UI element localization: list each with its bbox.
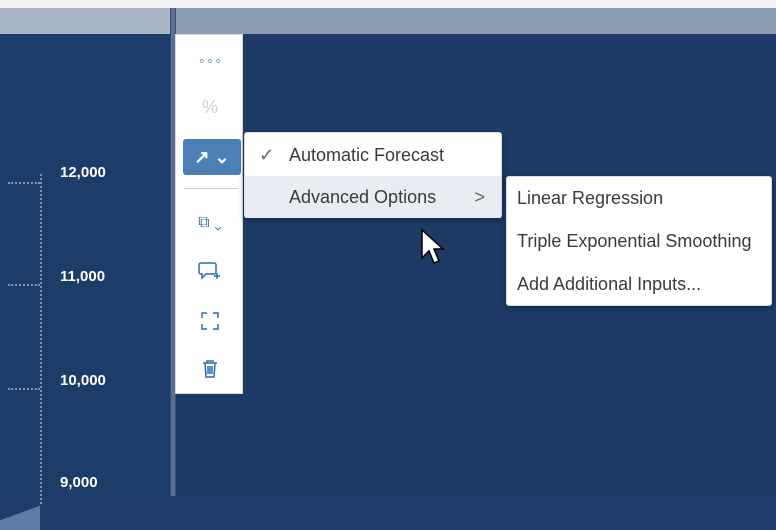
trend-arrow-icon: ↗ ⌄ bbox=[194, 146, 230, 167]
top-bar-left bbox=[0, 8, 172, 34]
forecast-menu: ✓ Automatic Forecast Advanced Options > bbox=[244, 132, 502, 218]
submenu-item-add-additional-inputs[interactable]: Add Additional Inputs... bbox=[517, 264, 701, 304]
percent-icon: % bbox=[201, 96, 218, 117]
menu-item-advanced-options[interactable]: Advanced Options > bbox=[245, 176, 501, 218]
more-icon: ∘∘∘ bbox=[197, 53, 223, 68]
gridline bbox=[8, 388, 40, 390]
y-tick-label: 9,000 bbox=[60, 474, 98, 491]
gridline bbox=[8, 284, 40, 286]
forecast-button[interactable]: ↗ ⌄ bbox=[183, 139, 241, 175]
menu-item-automatic-forecast[interactable]: ✓ Automatic Forecast bbox=[245, 134, 501, 176]
submenu-item-triple-exponential-smoothing[interactable]: Triple Exponential Smoothing bbox=[517, 221, 751, 261]
add-comment-button[interactable] bbox=[176, 251, 244, 291]
submenu-item-linear-regression[interactable]: Linear Regression bbox=[517, 178, 663, 218]
chevron-right-icon: > bbox=[474, 186, 485, 207]
comment-icon bbox=[198, 262, 220, 280]
chart-area-fill bbox=[0, 490, 40, 530]
chart-area bbox=[0, 34, 170, 530]
axis-dotted-line bbox=[40, 174, 42, 504]
y-tick-label: 10,000 bbox=[60, 372, 106, 389]
check-icon: ✓ bbox=[259, 144, 275, 165]
top-bar bbox=[0, 0, 776, 34]
chart-toolbar: ∘∘∘ % ↗ ⌄ ⧉ ⌄ bbox=[175, 34, 243, 394]
toolbar-separator bbox=[184, 188, 238, 189]
copy-icon: ⧉ ⌄ bbox=[198, 214, 222, 231]
copy-button[interactable]: ⧉ ⌄ bbox=[176, 203, 244, 243]
expand-icon bbox=[201, 312, 219, 330]
y-tick-label: 12,000 bbox=[60, 164, 106, 181]
fullscreen-button[interactable] bbox=[176, 301, 244, 341]
gridline bbox=[8, 182, 40, 184]
menu-item-label: Advanced Options bbox=[289, 186, 437, 207]
advanced-options-submenu: Linear Regression Triple Exponential Smo… bbox=[506, 176, 772, 306]
y-tick-label: 11,000 bbox=[60, 268, 106, 285]
percent-button[interactable]: % bbox=[176, 87, 244, 127]
trash-icon bbox=[203, 360, 217, 378]
delete-button[interactable] bbox=[176, 349, 244, 389]
top-bar-right bbox=[176, 8, 776, 34]
menu-item-label: Automatic Forecast bbox=[289, 144, 445, 165]
mouse-cursor-icon bbox=[421, 228, 445, 264]
more-options-button[interactable]: ∘∘∘ bbox=[176, 41, 244, 81]
